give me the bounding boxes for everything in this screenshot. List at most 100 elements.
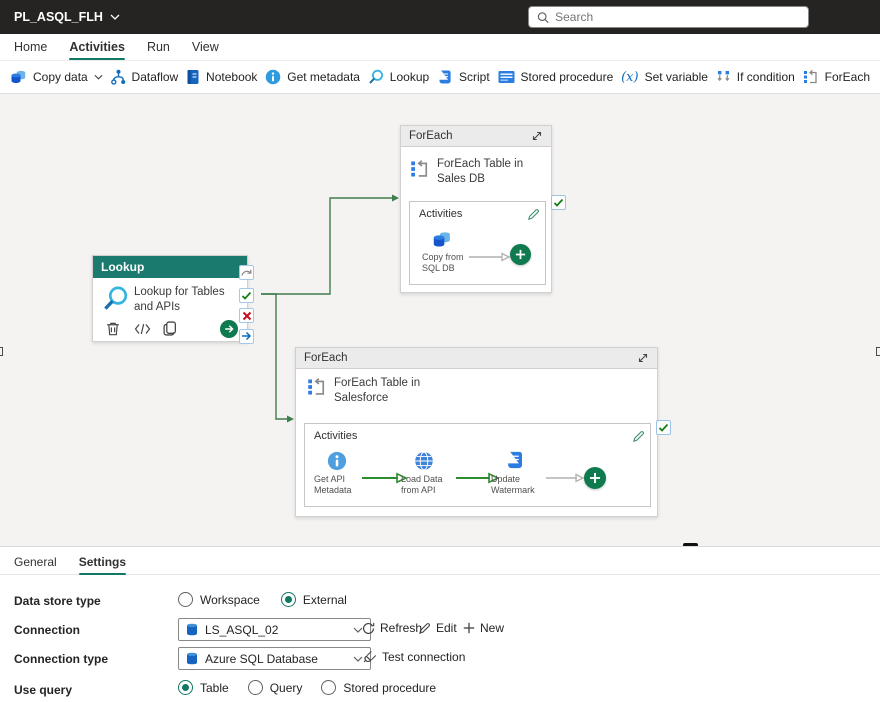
- refresh-label: Refresh: [380, 621, 422, 635]
- get-metadata-button[interactable]: Get metadata: [265, 69, 360, 85]
- set-variable-icon: (x): [621, 70, 638, 85]
- tab-run[interactable]: Run: [147, 34, 170, 61]
- properties-panel: General Settings Data store type Workspa…: [0, 546, 880, 702]
- check-icon: [553, 197, 564, 208]
- arrow-right-icon: [224, 324, 234, 334]
- pipeline-canvas[interactable]: ForEach ForEach Table in Sales DB Activi…: [0, 94, 880, 546]
- foreach-sales-checkbox[interactable]: [551, 195, 566, 210]
- get-metadata-icon: [265, 69, 281, 85]
- connection-dropdown[interactable]: LS_ASQL_02: [178, 618, 371, 641]
- pipeline-name-menu[interactable]: PL_ASQL_FLH: [14, 10, 120, 24]
- database-icon: [186, 652, 198, 665]
- if-condition-button[interactable]: If condition: [716, 70, 795, 85]
- tab-home[interactable]: Home: [14, 34, 47, 61]
- edit-button[interactable]: Edit: [418, 621, 457, 635]
- dataflow-label: Dataflow: [132, 70, 179, 84]
- connection-type-dropdown[interactable]: Azure SQL Database: [178, 647, 371, 670]
- data-store-type-label: Data store type: [14, 594, 101, 608]
- plus-icon: [463, 622, 475, 634]
- code-icon[interactable]: [134, 323, 151, 335]
- script-icon[interactable]: [505, 450, 525, 470]
- port-completion-icon[interactable]: [239, 329, 254, 344]
- foreach-salesforce-header-label: ForEach: [304, 352, 347, 364]
- new-button[interactable]: New: [463, 621, 504, 635]
- foreach-sales-header: ForEach: [401, 126, 551, 147]
- stored-procedure-radio-label: Stored procedure: [343, 681, 436, 695]
- test-connection-button[interactable]: Test connection: [362, 650, 465, 664]
- workspace-radio-label: Workspace: [200, 593, 260, 607]
- tab-settings[interactable]: Settings: [79, 549, 126, 575]
- foreach-button[interactable]: ForEach: [803, 69, 870, 85]
- foreach-salesforce-activities-box[interactable]: Activities Get API Metadata Load Data fr…: [304, 423, 651, 507]
- notebook-label: Notebook: [206, 70, 257, 84]
- stored-procedure-label: Stored procedure: [521, 70, 614, 84]
- search-input[interactable]: [555, 10, 800, 24]
- query-radio[interactable]: [248, 680, 263, 695]
- foreach-sales-activities-box[interactable]: Activities Copy from SQL DB: [409, 201, 546, 285]
- dataflow-button[interactable]: Dataflow: [111, 69, 179, 85]
- stored-procedure-icon: [498, 70, 515, 84]
- copy-data-icon[interactable]: [432, 230, 452, 249]
- chevron-down-icon: [94, 74, 103, 80]
- refresh-icon: [362, 622, 375, 635]
- edit-activities-icon[interactable]: [632, 430, 645, 448]
- search-box[interactable]: [528, 6, 809, 28]
- query-radio-label: Query: [270, 681, 303, 695]
- copy-data-button[interactable]: Copy data: [10, 69, 103, 85]
- search-icon: [537, 11, 549, 24]
- edit-activities-icon[interactable]: [527, 208, 540, 226]
- workspace-radio[interactable]: [178, 592, 193, 607]
- flow-arrow-gray: [545, 472, 585, 484]
- globe-icon[interactable]: [414, 451, 434, 471]
- port-skip-icon[interactable]: [239, 265, 254, 280]
- foreach-salesforce-title: ForEach Table in Salesforce: [334, 376, 474, 406]
- connection-type-value: Azure SQL Database: [205, 652, 346, 666]
- script-button[interactable]: Script: [437, 69, 490, 85]
- database-icon: [186, 623, 198, 636]
- title-bar: PL_ASQL_FLH: [0, 0, 880, 34]
- check-icon: [658, 422, 669, 433]
- tab-general[interactable]: General: [14, 549, 57, 575]
- refresh-button[interactable]: Refresh: [362, 621, 422, 635]
- collapse-icon[interactable]: [531, 130, 543, 142]
- table-radio[interactable]: [178, 680, 193, 695]
- stored-procedure-button[interactable]: Stored procedure: [498, 70, 614, 84]
- connection-value: LS_ASQL_02: [205, 623, 346, 637]
- port-fail-icon[interactable]: [239, 308, 254, 323]
- get-metadata-label: Get metadata: [287, 70, 360, 84]
- stored-procedure-radio[interactable]: [321, 680, 336, 695]
- get-api-metadata-label: Get API Metadata: [314, 474, 366, 497]
- load-data-from-api-label: Load Data from API: [401, 474, 453, 497]
- tab-activities[interactable]: Activities: [69, 34, 125, 61]
- pipeline-name-label: PL_ASQL_FLH: [14, 10, 103, 24]
- chevron-down-icon: [110, 14, 120, 20]
- copy-data-icon: [10, 69, 27, 85]
- port-success-icon[interactable]: [239, 288, 254, 303]
- lookup-node[interactable]: Lookup Lookup for Tables and APIs: [92, 255, 248, 342]
- foreach-salesforce-checkbox[interactable]: [656, 420, 671, 435]
- notebook-button[interactable]: Notebook: [186, 69, 257, 85]
- activities-label: Activities: [314, 430, 357, 442]
- add-activity-button[interactable]: [584, 467, 606, 489]
- next-activity-button[interactable]: [220, 320, 238, 338]
- external-radio[interactable]: [281, 592, 296, 607]
- foreach-salesforce-node[interactable]: ForEach ForEach Table in Salesforce Acti…: [295, 347, 658, 517]
- use-query-label: Use query: [14, 683, 72, 697]
- lookup-icon: [102, 285, 129, 312]
- set-variable-button[interactable]: (x) Set variable: [621, 70, 708, 85]
- clone-icon[interactable]: [163, 321, 177, 336]
- collapse-icon[interactable]: [637, 352, 649, 364]
- foreach-sales-header-label: ForEach: [409, 130, 452, 142]
- foreach-icon: [307, 377, 327, 397]
- foreach-icon: [803, 69, 819, 85]
- set-variable-label: Set variable: [645, 70, 708, 84]
- lookup-button[interactable]: Lookup: [368, 69, 429, 85]
- lookup-node-header: Lookup: [93, 256, 247, 278]
- add-activity-button[interactable]: [510, 244, 531, 265]
- dataflow-icon: [111, 69, 126, 85]
- notebook-icon: [186, 69, 200, 85]
- tab-view[interactable]: View: [192, 34, 219, 61]
- get-metadata-icon[interactable]: [327, 451, 347, 471]
- delete-icon[interactable]: [106, 321, 120, 336]
- foreach-sales-node[interactable]: ForEach ForEach Table in Sales DB Activi…: [400, 125, 552, 293]
